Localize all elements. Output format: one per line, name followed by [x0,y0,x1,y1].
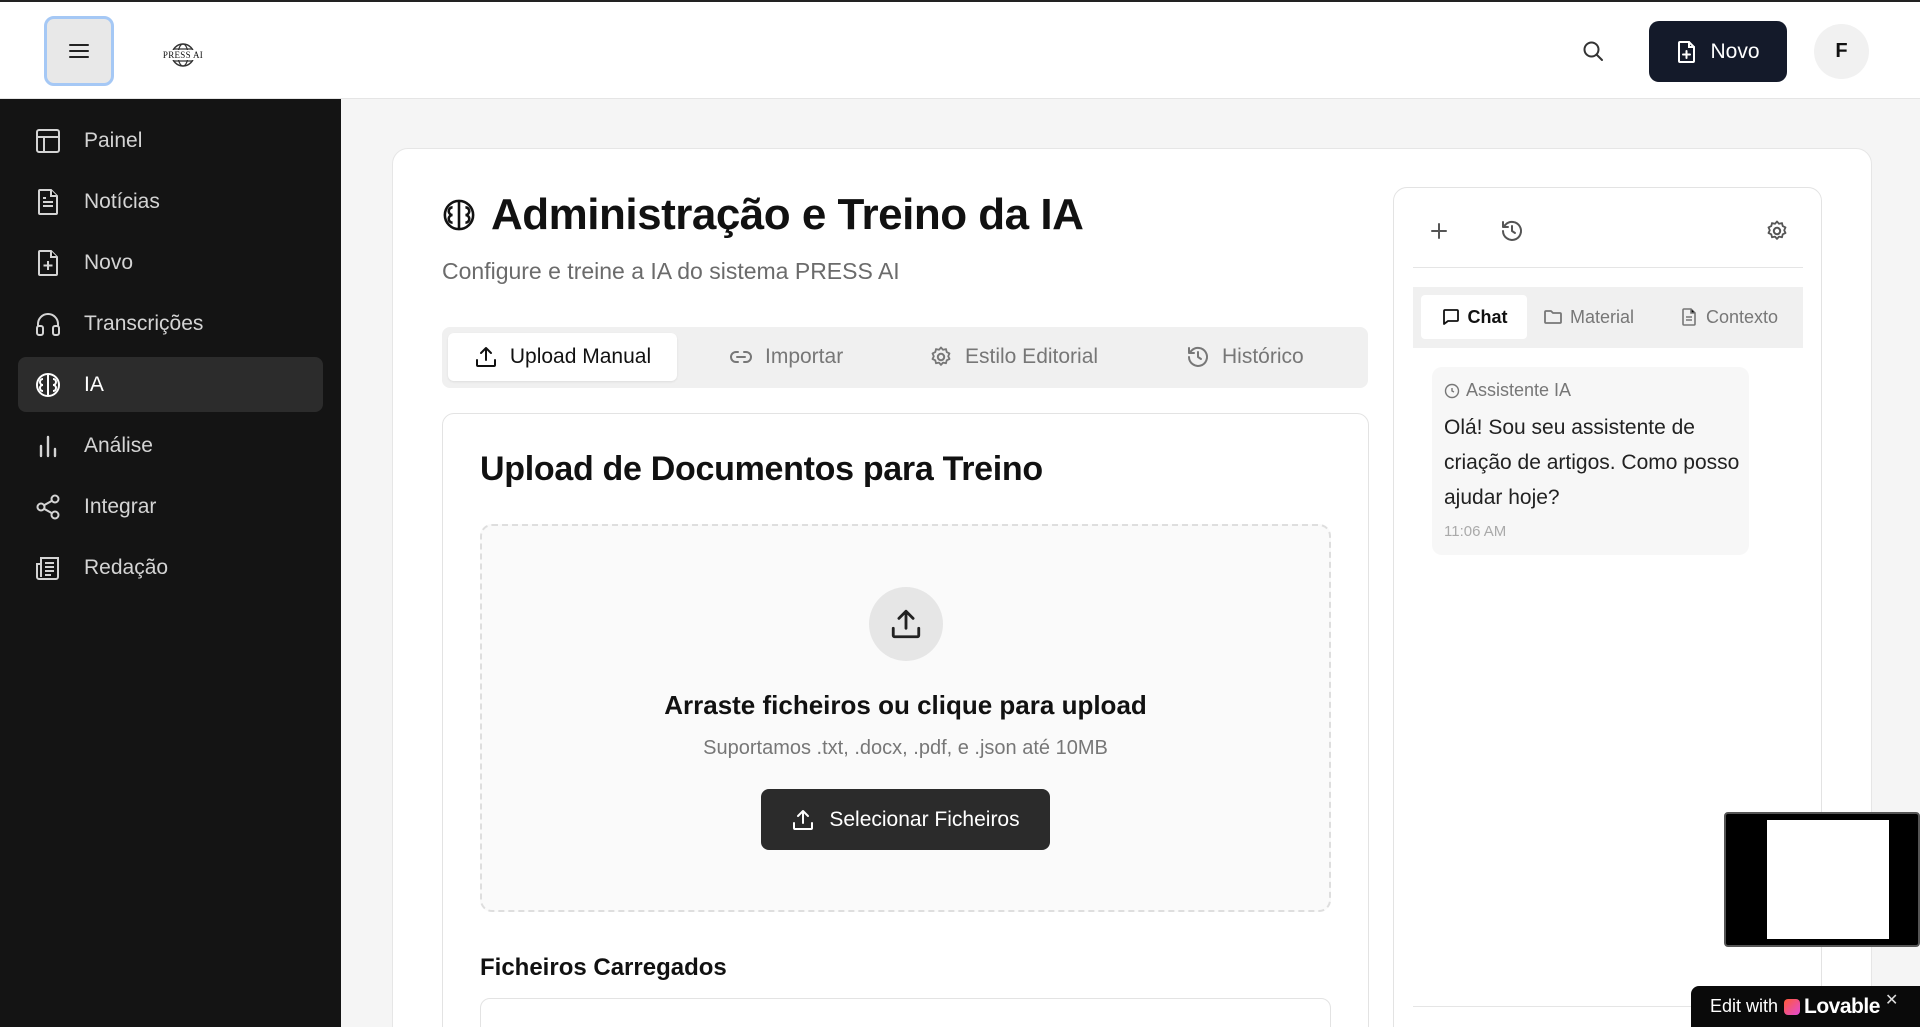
newspaper-icon [36,556,59,580]
sidebar-item-label: Transcrições [84,311,204,335]
sidebar: Painel Notícias Novo Transcrições IA Aná… [0,99,341,1027]
history-icon [1502,220,1522,241]
new-article-button[interactable]: Novo [1649,21,1787,82]
upload-icon [793,809,814,830]
chat-settings-button[interactable] [1762,216,1792,246]
sidebar-item-painel[interactable]: Painel [18,113,323,168]
file-text-icon [1682,308,1696,326]
page-title: Administração e Treino da IA [491,190,1084,239]
file-text-icon [38,188,58,215]
close-badge-icon[interactable]: ✕ [1885,990,1898,1010]
menu-button[interactable] [44,16,114,86]
sidebar-item-label: Análise [84,433,153,457]
search-button[interactable] [1578,36,1608,66]
tab-label: Histórico [1222,345,1304,368]
user-avatar[interactable]: F [1814,24,1869,79]
gear-icon [931,346,951,366]
message-time: 11:06 AM [1444,523,1507,540]
chat-history-button[interactable] [1497,216,1527,246]
tab-contexto[interactable]: Contexto [1679,295,1778,339]
select-files-button[interactable]: Selecionar Ficheiros [761,789,1050,850]
chat-tab-label: Contexto [1706,306,1779,327]
upload-title: Upload de Documentos para Treino [480,450,1043,488]
plus-icon [1431,223,1447,239]
clock-icon [1444,383,1460,398]
search-icon [1583,41,1603,61]
sidebar-item-label: Redação [84,555,169,579]
sidebar-item-label: Novo [84,250,134,274]
file-plus-icon [1678,40,1696,63]
folder-icon [1544,310,1562,324]
lovable-brand-text: Lovable [1804,994,1880,1018]
sidebar-item-noticias[interactable]: Notícias [18,174,323,229]
lovable-logo: Lovable [1784,995,1880,1019]
lovable-heart-icon [1784,998,1801,1015]
tab-label: Upload Manual [509,345,652,368]
top-bar: PRESS AI Novo F [0,0,1920,99]
press-ai-logo[interactable]: PRESS AI [158,32,208,70]
new-chat-button[interactable] [1424,216,1454,246]
mini-preview-content [1767,820,1889,939]
logo-text: PRESS AI [161,50,205,60]
page-subtitle: Configure e treine a IA do sistema PRESS… [442,258,900,284]
headphones-icon [36,312,60,336]
tab-historico[interactable]: Histórico [1186,333,1304,381]
upload-icon [475,347,496,367]
sidebar-item-label: Integrar [84,494,157,518]
select-files-label: Selecionar Ficheiros [829,807,1020,831]
sidebar-item-integrar[interactable]: Integrar [18,479,323,534]
bar-chart-icon [39,435,57,457]
sidebar-item-label: Painel [84,128,143,152]
sidebar-item-ia[interactable]: IA [18,357,323,412]
gear-icon [1767,220,1787,240]
admin-tabs: Upload Manual Importar Estilo Editorial … [442,327,1368,388]
tab-label: Importar [765,345,844,368]
tab-material[interactable]: Material [1543,295,1634,339]
upload-icon [891,609,921,639]
sidebar-item-novo[interactable]: Novo [18,235,323,290]
tab-importar[interactable]: Importar [729,333,843,381]
message-icon [1442,309,1459,325]
menu-icon [69,44,89,58]
tab-chat[interactable]: Chat [1421,295,1527,339]
loaded-files-list [480,998,1331,1027]
upload-circle [869,587,943,661]
chat-tab-label: Chat [1467,306,1508,327]
file-plus-icon [38,249,58,276]
dropzone-title: Arraste ficheiros ou clique para upload [664,690,1147,720]
chat-header-divider [1413,267,1803,268]
layout-icon [36,128,60,153]
tab-upload-manual[interactable]: Upload Manual [448,333,677,381]
link-icon [730,351,752,363]
tab-label: Estilo Editorial [965,345,1099,368]
chat-tabs: Chat Material Contexto [1413,287,1803,348]
new-button-label: Novo [1710,39,1760,63]
message-sender-name: Assistente IA [1466,380,1572,400]
message-text: Olá! Sou seu assistente de criação de ar… [1444,416,1740,509]
dropzone-subtitle: Suportamos .txt, .docx, .pdf, e .json at… [703,737,1108,759]
history-icon [1188,346,1208,367]
brain-icon [443,199,475,231]
page-header: Administração e Treino da IA [441,190,1084,240]
message-sender: Assistente IA [1444,380,1571,401]
share-icon [36,494,60,519]
sidebar-item-redacao[interactable]: Redação [18,540,323,595]
sidebar-item-transcricoes[interactable]: Transcrições [18,296,323,351]
sidebar-item-label: Notícias [84,189,160,213]
brain-icon [36,372,60,397]
sidebar-item-analise[interactable]: Análise [18,418,323,473]
chat-tab-label: Material [1570,306,1635,327]
loaded-files-title: Ficheiros Carregados [480,954,727,981]
tab-estilo-editorial[interactable]: Estilo Editorial [929,333,1098,381]
badge-prefix: Edit with [1710,996,1779,1016]
sidebar-item-label: IA [84,372,104,396]
